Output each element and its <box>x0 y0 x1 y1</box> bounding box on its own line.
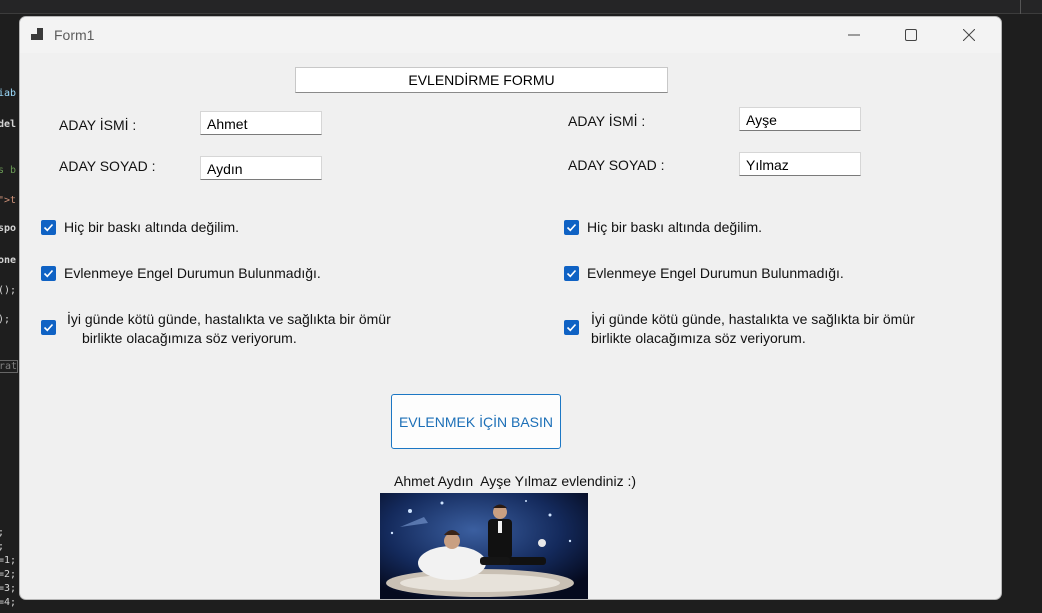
code-line: del <box>0 119 17 130</box>
code-line: ); <box>0 314 11 325</box>
checkmark-icon <box>566 269 577 278</box>
left-name-label: ADAY İSMİ : <box>59 117 137 133</box>
right-checkbox-label-line1: İyi günde kötü günde, hastalıkta ve sağl… <box>591 311 915 327</box>
code-line: iab <box>0 88 17 99</box>
right-checkbox-no-pressure[interactable] <box>564 220 579 235</box>
code-line: ; <box>0 541 4 552</box>
right-name-label: ADAY İSMİ : <box>568 113 646 129</box>
form-window: Form1 EVLENDİRME FORMU ADAY İSMİ : Ahmet… <box>19 16 1002 600</box>
left-checkbox-label: Hiç bir baskı altında değilim. <box>64 219 240 235</box>
code-line: s b <box>0 165 17 176</box>
left-checkbox-label: Evlenmeye Engel Durumun Bulunmadığı. <box>64 265 321 281</box>
right-checkbox-label-line2: birlikte olacağımıza söz veriyorum. <box>591 330 806 346</box>
close-button[interactable] <box>946 17 992 53</box>
code-line: spo <box>0 223 17 234</box>
code-line: ">t <box>0 195 17 206</box>
left-checkbox-no-pressure[interactable] <box>41 220 56 235</box>
minimize-icon <box>848 34 860 36</box>
form-header-label: EVLENDİRME FORMU <box>295 67 668 93</box>
minimize-button[interactable] <box>831 17 877 53</box>
right-checkbox-no-obstacle[interactable] <box>564 266 579 281</box>
checkmark-icon <box>43 269 54 278</box>
code-line: (); <box>0 285 17 296</box>
code-line: =4; <box>0 597 17 608</box>
title-bar[interactable]: Form1 <box>20 17 1001 53</box>
checkmark-icon <box>43 323 54 332</box>
right-checkbox-label: Hiç bir baskı altında değilim. <box>587 219 763 235</box>
right-name-input[interactable]: Ayşe <box>739 107 861 131</box>
app-icon <box>31 27 47 43</box>
right-checkbox-vow[interactable] <box>564 320 579 335</box>
result-label: Ahmet Aydın Ayşe Yılmaz evlendiniz :) <box>394 473 637 489</box>
left-checkbox-label-line2: birlikte olacağımıza söz veriyorum. <box>82 330 297 346</box>
code-line: ; <box>0 527 4 538</box>
code-line: rat <box>0 360 19 373</box>
left-surname-input[interactable]: Aydın <box>200 156 322 180</box>
editor-top-bar <box>0 0 1042 14</box>
checkmark-icon <box>566 223 577 232</box>
right-surname-label: ADAY SOYAD : <box>568 157 665 173</box>
left-checkbox-vow[interactable] <box>41 320 56 335</box>
editor-top-divider <box>0 13 1042 14</box>
wedding-photo <box>380 493 588 599</box>
maximize-button[interactable] <box>888 17 934 53</box>
code-line: =1; <box>0 555 17 566</box>
right-checkbox-label: Evlenmeye Engel Durumun Bulunmadığı. <box>587 265 844 281</box>
checkmark-icon <box>43 223 54 232</box>
checkmark-icon <box>566 323 577 332</box>
marry-button[interactable]: EVLENMEK İÇİN BASIN <box>391 394 561 449</box>
maximize-icon <box>905 29 917 41</box>
window-title: Form1 <box>54 27 95 43</box>
right-surname-input[interactable]: Yılmaz <box>739 152 861 176</box>
code-line: =3; <box>0 583 17 594</box>
left-checkbox-no-obstacle[interactable] <box>41 266 56 281</box>
background-code-editor: iab del s b ">t spo one (); ); rat ; ; =… <box>0 60 20 613</box>
left-checkbox-label-line1: İyi günde kötü günde, hastalıkta ve sağl… <box>67 311 391 327</box>
editor-divider <box>1020 0 1021 14</box>
code-line: =2; <box>0 569 17 580</box>
left-surname-label: ADAY SOYAD : <box>59 158 156 174</box>
code-line: one <box>0 255 17 266</box>
close-icon <box>963 29 975 41</box>
left-name-input[interactable]: Ahmet <box>200 111 322 135</box>
